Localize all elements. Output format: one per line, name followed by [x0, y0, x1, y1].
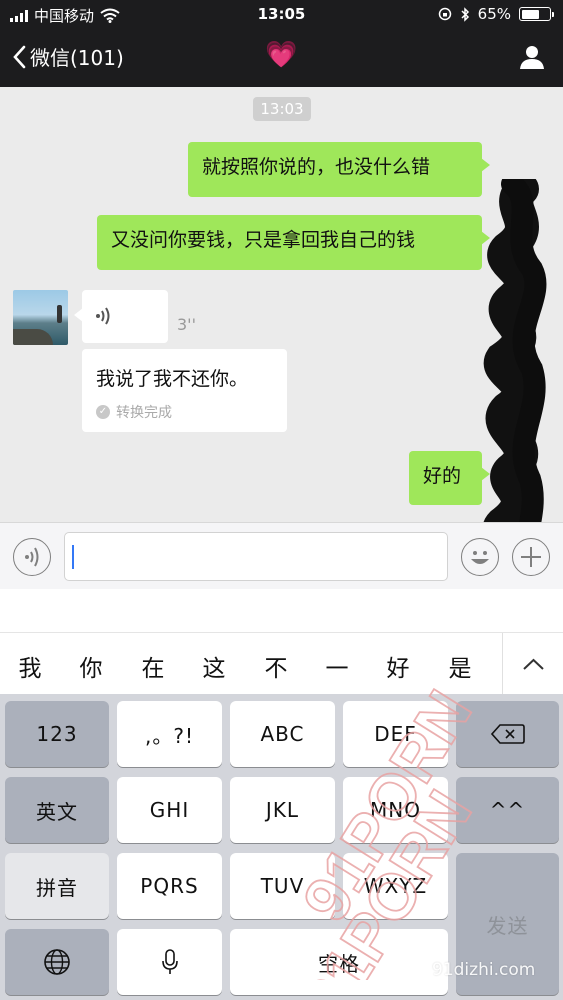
avatar[interactable] — [13, 290, 68, 345]
message-bubble-outgoing[interactable]: 好的 — [409, 451, 490, 505]
transcript-status-label: 转换完成 — [116, 405, 172, 421]
globe-key[interactable] — [5, 929, 109, 995]
key-123[interactable]: 123 — [5, 701, 109, 767]
message-text: 又没问你要钱，只是拿回我自己的钱 — [111, 229, 416, 251]
plus-button[interactable] — [512, 538, 550, 576]
voice-toggle-button[interactable] — [13, 538, 51, 576]
key-pqrs[interactable]: PQRS — [117, 853, 222, 919]
message-input[interactable] — [64, 532, 448, 581]
voice-duration: 3'' — [177, 315, 196, 334]
plus-icon — [521, 547, 541, 567]
contact-profile-icon[interactable] — [519, 44, 545, 70]
key-english[interactable]: 英文 — [5, 777, 109, 843]
globe-icon — [44, 949, 70, 975]
nav-bar: 微信(101) 💗 — [0, 28, 563, 87]
status-bar: 中国移动 13:05 65% — [0, 0, 563, 28]
candidate-word[interactable]: 是 — [445, 649, 475, 683]
message-bubble-outgoing[interactable]: 又没问你要钱，只是拿回我自己的钱 — [97, 215, 490, 270]
voice-toggle-icon — [25, 547, 39, 567]
input-bar — [0, 522, 563, 589]
message-text: 好的 — [423, 465, 462, 487]
battery-icon — [519, 7, 554, 21]
delete-icon — [490, 724, 525, 744]
keyboard-top-area — [0, 589, 563, 632]
battery-percent: 65% — [477, 5, 511, 23]
voice-message-bubble[interactable] — [74, 290, 168, 343]
chat-title: 💗 — [265, 40, 298, 70]
bluetooth-icon — [461, 6, 469, 22]
key-mno[interactable]: MNO — [343, 777, 448, 843]
key-tuv[interactable]: TUV — [230, 853, 335, 919]
candidate-word[interactable]: 你 — [76, 649, 106, 683]
key-punctuation[interactable]: ,。?! — [117, 701, 222, 767]
watermark-site: 91dizhi.com — [432, 960, 536, 980]
key-jkl[interactable]: JKL — [230, 777, 335, 843]
transcript-status: ✓ 转换完成 — [96, 402, 172, 422]
delete-key[interactable] — [456, 701, 559, 767]
emoji-button[interactable] — [461, 538, 499, 576]
check-icon: ✓ — [96, 405, 110, 419]
key-ghi[interactable]: GHI — [117, 777, 222, 843]
text-caret — [72, 545, 74, 569]
key-pinyin[interactable]: 拼音 — [5, 853, 109, 919]
voice-wave-icon — [96, 307, 110, 325]
candidate-word[interactable]: 不 — [261, 649, 291, 683]
candidate-bar: 我 你 在 这 不 一 好 是 — [0, 632, 563, 695]
chat-area[interactable]: 13:03 就按照你说的，也没什么错 又没问你要钱，只是拿回我自己的钱 3'' … — [0, 87, 563, 654]
key-wxyz[interactable]: WXYZ — [343, 853, 448, 919]
candidate-word[interactable]: 一 — [322, 649, 352, 683]
candidate-word[interactable]: 在 — [138, 649, 168, 683]
microphone-key[interactable] — [117, 929, 222, 995]
key-def[interactable]: DEF — [343, 701, 448, 767]
candidate-word[interactable]: 好 — [383, 649, 413, 683]
key-emoticon[interactable]: ^^ — [456, 777, 559, 843]
message-bubble-outgoing[interactable]: 就按照你说的，也没什么错 — [188, 142, 490, 197]
key-abc[interactable]: ABC — [230, 701, 335, 767]
space-key[interactable]: 空格 — [230, 929, 448, 995]
candidate-word[interactable]: 我 — [15, 649, 45, 683]
collapse-candidates-button[interactable] — [502, 633, 563, 695]
timestamp-badge: 13:03 — [253, 97, 311, 121]
message-text: 就按照你说的，也没什么错 — [202, 156, 431, 178]
keyboard: 123 ,。?! ABC DEF 英文 GHI JKL MNO ^^ 拼音 PQ… — [0, 694, 563, 1000]
emoji-icon — [471, 551, 489, 564]
transcript-text: 我说了我不还你。 — [96, 368, 249, 390]
candidate-word[interactable]: 这 — [199, 649, 229, 683]
chevron-up-icon — [523, 658, 544, 670]
rotation-lock-icon — [438, 7, 451, 21]
microphone-icon — [161, 949, 178, 974]
voice-transcript-bubble[interactable]: 我说了我不还你。 ✓ 转换完成 — [82, 349, 287, 432]
